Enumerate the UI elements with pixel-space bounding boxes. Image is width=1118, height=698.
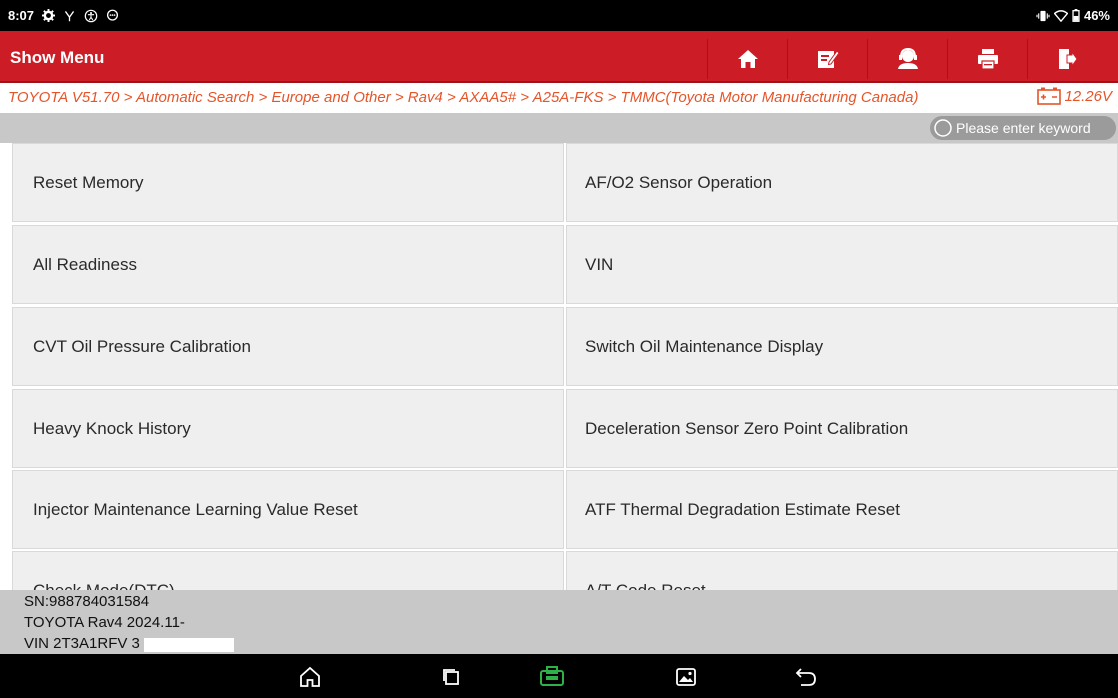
vin-number: VIN 2T3A1RFV 3	[24, 635, 140, 652]
battery-icon	[1072, 9, 1080, 22]
menu-item-label: Check Mode(DTC)	[33, 580, 175, 591]
menu-item[interactable]: VIN	[566, 225, 1118, 304]
back-icon	[795, 668, 816, 686]
menu-item-label: A/T Code Reset	[585, 580, 706, 591]
vci-button[interactable]	[538, 663, 566, 691]
serial-number: SN:988784031584	[24, 593, 150, 610]
chat-icon	[106, 9, 119, 22]
voltage-value: 12.26V	[1064, 87, 1112, 105]
back-button[interactable]	[792, 663, 820, 691]
support-button[interactable]	[867, 39, 947, 79]
function-menu: Reset Memory AF/O2 Sensor Operation All …	[0, 143, 1118, 590]
menu-item[interactable]: ATF Thermal Degradation Estimate Reset	[566, 470, 1118, 549]
page-title: Show Menu	[10, 48, 105, 67]
print-icon	[977, 49, 998, 70]
menu-item-label: Switch Oil Maintenance Display	[585, 336, 824, 356]
accessibility-icon	[84, 9, 98, 23]
menu-item[interactable]: Reset Memory	[12, 143, 564, 222]
car-battery-icon	[1037, 87, 1062, 105]
breadcrumb-path: TOYOTA V51.70 > Automatic Search > Europ…	[8, 89, 919, 106]
menu-item[interactable]: AF/O2 Sensor Operation	[566, 143, 1118, 222]
vehicle-info-panel: SN:988784031584 TOYOTA Rav4 2024.11- VIN…	[0, 590, 1118, 654]
recent-apps-icon	[443, 669, 459, 685]
menu-item-label: CVT Oil Pressure Calibration	[33, 336, 251, 356]
status-bar: 8:07 46%	[0, 0, 1118, 31]
status-time: 8:07	[8, 8, 35, 23]
menu-item-label: VIN	[585, 254, 614, 274]
support-icon	[897, 48, 918, 69]
menu-item-label: ATF Thermal Degradation Estimate Reset	[585, 499, 900, 519]
exit-button[interactable]	[1027, 39, 1107, 79]
voltage-indicator: 12.26V	[1037, 87, 1112, 105]
menu-item-label: All Readiness	[33, 254, 137, 274]
menu-item-label: Deceleration Sensor Zero Point Calibrati…	[585, 418, 909, 438]
menu-item[interactable]: Heavy Knock History	[12, 389, 564, 468]
menu-item[interactable]: Switch Oil Maintenance Display	[566, 307, 1118, 386]
screenshot-icon	[676, 668, 696, 686]
menu-item-label: AF/O2 Sensor Operation	[585, 172, 773, 192]
vibrate-icon	[1036, 10, 1050, 22]
edit-report-icon	[817, 50, 839, 68]
usb-icon	[63, 9, 76, 22]
status-left: 8:07	[8, 8, 119, 23]
home-button[interactable]	[707, 39, 787, 79]
menu-item[interactable]: All Readiness	[12, 225, 564, 304]
app-header: Show Menu	[0, 31, 1118, 83]
vin-redaction	[144, 638, 234, 652]
print-button[interactable]	[947, 39, 1027, 79]
home-nav-icon	[300, 666, 320, 687]
status-right: 46%	[1036, 8, 1110, 23]
search-box[interactable]	[930, 116, 1116, 140]
exit-icon	[1058, 49, 1078, 69]
search-input[interactable]	[956, 120, 1114, 136]
vci-icon	[540, 666, 564, 686]
menu-item[interactable]: Injector Maintenance Learning Value Rese…	[12, 470, 564, 549]
menu-item[interactable]: Deceleration Sensor Zero Point Calibrati…	[566, 389, 1118, 468]
battery-percent: 46%	[1083, 8, 1110, 23]
edit-report-button[interactable]	[787, 39, 867, 79]
home-icon	[737, 50, 758, 68]
search-strip	[0, 113, 1118, 143]
breadcrumb: TOYOTA V51.70 > Automatic Search > Europ…	[0, 83, 1118, 113]
menu-item-label: Injector Maintenance Learning Value Rese…	[33, 499, 358, 519]
menu-item-label: Heavy Knock History	[33, 418, 191, 438]
menu-item-label: Reset Memory	[33, 172, 144, 192]
vehicle-model: TOYOTA Rav4 2024.11-	[24, 614, 185, 631]
settings-icon	[42, 9, 56, 22]
home-nav-button[interactable]	[296, 663, 324, 691]
menu-item[interactable]: A/T Code Reset	[566, 551, 1118, 590]
recent-apps-button[interactable]	[437, 663, 465, 691]
wifi-icon	[1053, 9, 1068, 22]
search-icon	[934, 119, 952, 137]
navigation-bar	[0, 654, 1118, 698]
screenshot-button[interactable]	[672, 663, 700, 691]
menu-item[interactable]: Check Mode(DTC)	[12, 551, 564, 590]
menu-item[interactable]: CVT Oil Pressure Calibration	[12, 307, 564, 386]
